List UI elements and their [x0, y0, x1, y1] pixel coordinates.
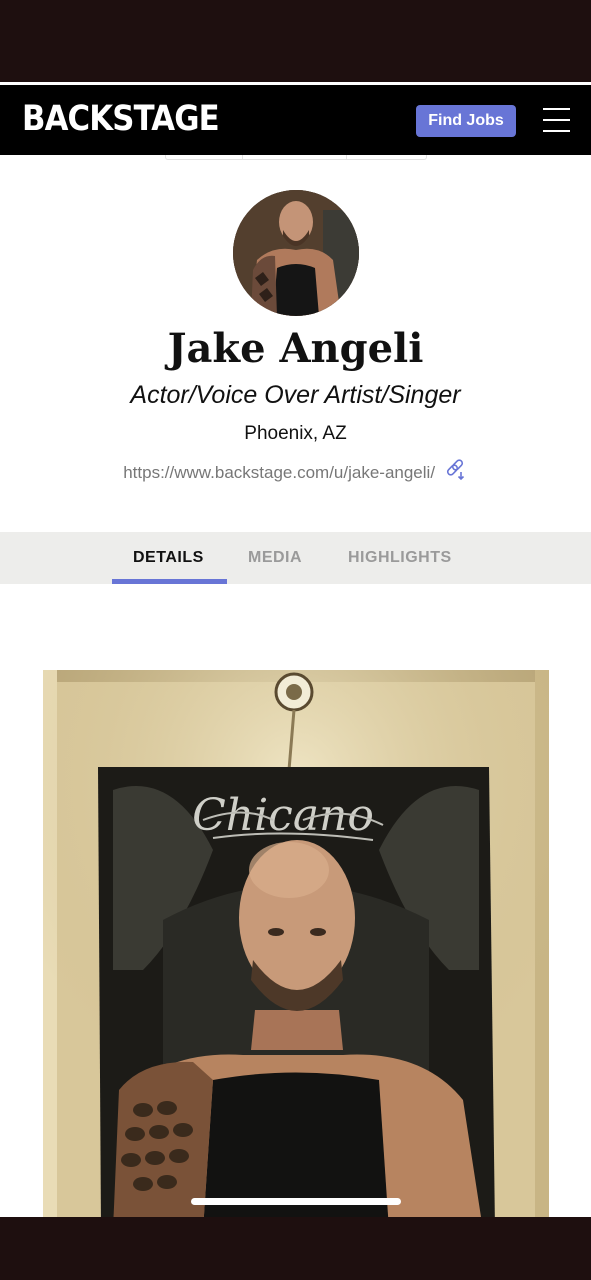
- active-tab-indicator: [112, 579, 227, 584]
- copy-link-icon[interactable]: [444, 458, 468, 487]
- backstage-logo[interactable]: BACKSTAGE: [22, 99, 220, 139]
- profile-photo[interactable]: Chicano: [43, 670, 549, 1217]
- profile-location: Phoenix, AZ: [244, 423, 347, 444]
- tab-highlights[interactable]: HIGHLIGHTS: [348, 549, 452, 567]
- avatar[interactable]: [233, 190, 359, 316]
- collapsed-tab-strip: [165, 155, 427, 160]
- profile-url[interactable]: https://www.backstage.com/u/jake-angeli/: [123, 463, 435, 482]
- profile-headline: Actor/Voice Over Artist/Singer: [130, 381, 461, 409]
- profile-url-row: https://www.backstage.com/u/jake-angeli/: [0, 458, 591, 487]
- site-header: BACKSTAGE Find Jobs: [0, 85, 591, 155]
- hamburger-menu-icon[interactable]: [543, 107, 570, 133]
- find-jobs-button[interactable]: Find Jobs: [416, 105, 516, 137]
- tab-media[interactable]: MEDIA: [248, 549, 302, 567]
- tab-details[interactable]: DETAILS: [133, 549, 204, 567]
- profile-tabs: DETAILS MEDIA HIGHLIGHTS: [0, 532, 591, 584]
- profile-page: Jake Angeli Actor/Voice Over Artist/Sing…: [0, 155, 591, 1217]
- home-indicator: [191, 1198, 401, 1205]
- status-bar-area: [0, 0, 591, 83]
- profile-name: Jake Angeli: [167, 325, 424, 372]
- bottom-bar-area: [0, 1217, 591, 1280]
